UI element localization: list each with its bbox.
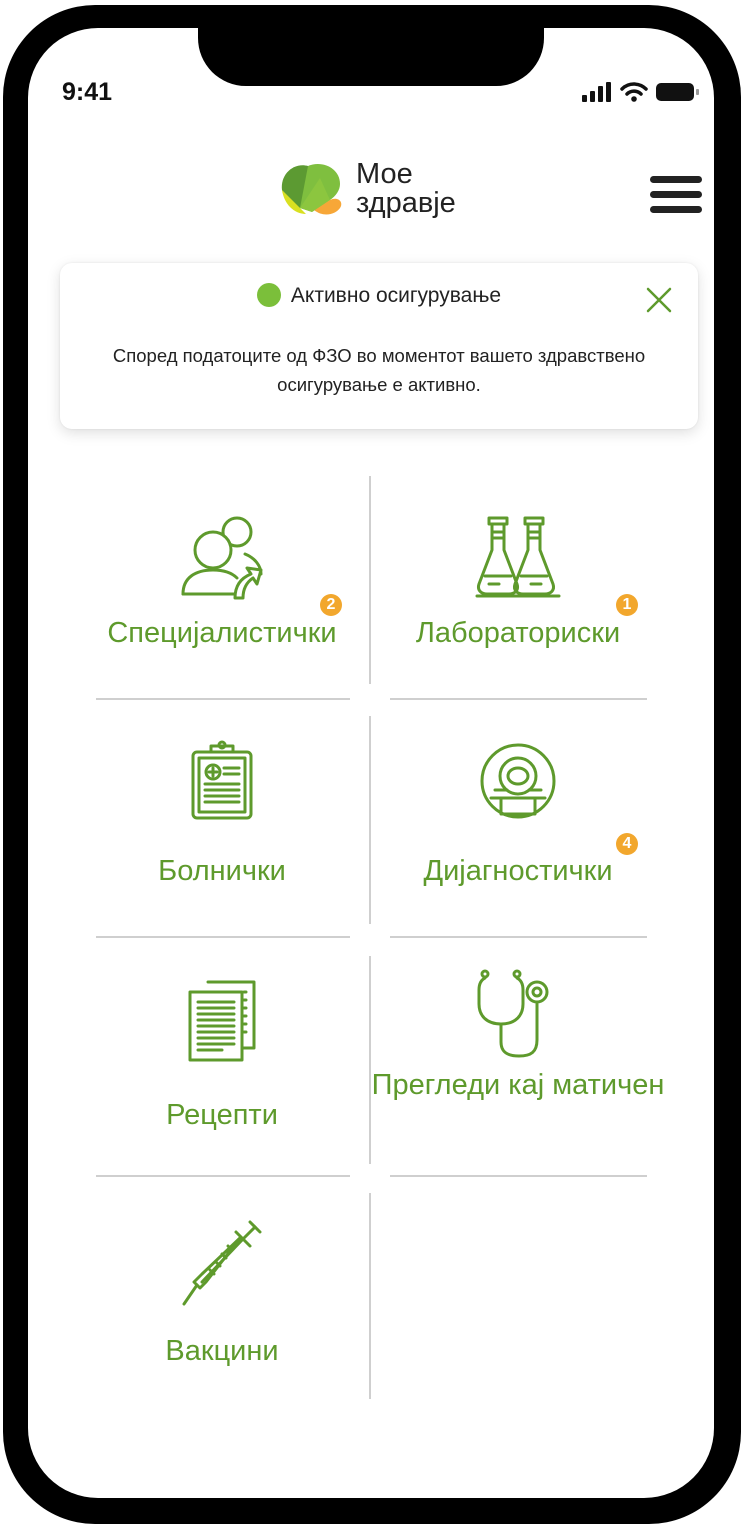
tile-hospital[interactable]: Болнички [72,740,372,890]
scanner-icon [480,743,556,819]
divider [96,698,350,700]
stethoscope-icon [477,969,549,1058]
divider [96,1175,350,1177]
tile-vaccines[interactable]: Вакцини [72,1218,372,1370]
tile-prescriptions-label: Рецепти [166,1099,278,1131]
diagnostic-badge: 4 [616,833,638,855]
tile-laboratory-label: Лабораториски [415,617,621,649]
tile-vaccines-label: Вакцини [165,1335,279,1367]
tile-family-doctor[interactable]: Прегледи кај матичен [368,968,668,1104]
divider [96,936,350,938]
specialist-icon [181,516,263,600]
app-screen: 9:41 Мое здравје Активно осигурување Спо… [28,28,714,1498]
services-grid: 2 Специјалистички 1 Лабораториски Болнич… [28,28,714,1498]
divider [390,936,647,938]
tile-specialist[interactable]: 2 Специјалистички [72,514,372,652]
tile-family-doctor-label: Прегледи кај матичен [371,1069,665,1101]
tile-specialist-label: Специјалистички [107,617,337,649]
syringe-icon [182,1220,262,1306]
laboratory-badge: 1 [616,594,638,616]
divider [390,1175,647,1177]
specialist-badge: 2 [320,594,342,616]
phone-frame: 9:41 Мое здравје Активно осигурување Спо… [0,0,748,1529]
documents-icon [188,980,256,1062]
tile-laboratory[interactable]: 1 Лабораториски [368,514,668,652]
lab-flasks-icon [475,516,561,598]
clipboard-icon [191,740,253,820]
tile-diagnostic[interactable]: 4 Дијагностички [368,740,668,890]
tile-diagnostic-label: Дијагностички [423,855,613,887]
tile-hospital-label: Болнички [158,855,286,887]
divider [390,698,647,700]
tile-prescriptions[interactable]: Рецепти [72,978,372,1134]
